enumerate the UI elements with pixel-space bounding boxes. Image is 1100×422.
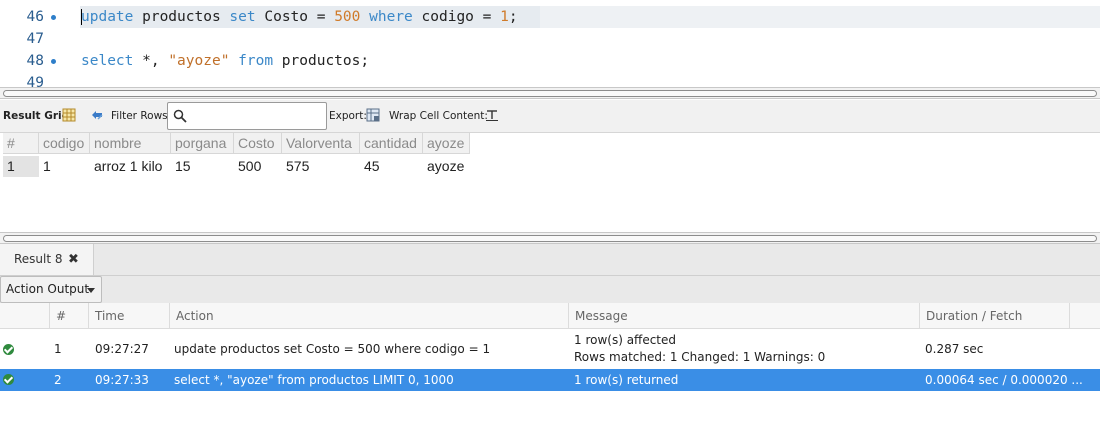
column-header[interactable]: cantidad [360, 133, 423, 154]
table-row-selected[interactable]: 2 09:27:33 select *, "ayoze" from produc… [0, 369, 1100, 391]
success-icon [3, 344, 14, 355]
grid-view-icon[interactable] [62, 108, 76, 122]
row-number: 2 [54, 373, 62, 387]
tab-label: Result 8 [14, 252, 63, 266]
text-caret [81, 9, 82, 25]
row-duration: 0.00064 sec / 0.000020 ... [925, 373, 1083, 387]
editor-horizontal-scrollbar[interactable] [0, 87, 1100, 99]
column-header[interactable]: Valorventa [282, 133, 360, 154]
table-cell[interactable]: arroz 1 kilo [90, 156, 171, 177]
column-header[interactable]: porgana [171, 133, 234, 154]
editor-line-46[interactable]: 46 update productos set Costo = 500 wher… [0, 6, 1100, 28]
filter-rows-label: Filter Rows: [111, 110, 172, 122]
column-header[interactable]: Message [569, 303, 920, 329]
output-type-dropdown[interactable]: Action Output [0, 276, 102, 303]
editor-line-49[interactable]: 49 [0, 72, 1100, 88]
wrap-cell-label: Wrap Cell Content: [389, 110, 488, 122]
column-header-filler [1070, 303, 1100, 329]
row-action: update productos set Costo = 500 where c… [174, 342, 491, 356]
column-header[interactable]: ayoze [423, 133, 470, 154]
table-cell[interactable]: 45 [360, 156, 423, 177]
row-message: 1 row(s) affected [574, 333, 677, 347]
row-number-cell[interactable]: 1 [3, 156, 39, 177]
export-label: Export: [329, 110, 367, 122]
refresh-filter-icon[interactable] [90, 108, 104, 122]
row-time: 09:27:27 [95, 342, 149, 356]
row-action: select *, "ayoze" from productos LIMIT 0… [174, 373, 454, 387]
column-header[interactable]: Time [89, 303, 170, 329]
scrollbar-thumb[interactable] [3, 90, 1097, 97]
filter-rows-input[interactable] [167, 102, 327, 130]
column-header[interactable]: Costo [234, 133, 282, 154]
editor-line-48[interactable]: 48 select *, "ayoze" from productos; [0, 50, 1100, 72]
code-text: select *, "ayoze" from productos; [81, 53, 370, 69]
row-message-detail: Rows matched: 1 Changed: 1 Warnings: 0 [574, 350, 826, 364]
column-header-status[interactable] [0, 303, 50, 329]
statement-marker-icon [51, 15, 56, 20]
chevron-down-icon [87, 288, 95, 293]
editor-line-47[interactable]: 47 [0, 28, 1100, 50]
table-cell[interactable]: ayoze [423, 156, 470, 177]
dropdown-label: Action Output [6, 282, 90, 296]
table-row[interactable]: 1 09:27:27 update productos set Costo = … [0, 330, 1100, 369]
action-output-table[interactable]: # Time Action Message Duration / Fetch 1… [0, 303, 1100, 422]
statement-marker-icon [51, 59, 56, 64]
table-cell[interactable]: 500 [234, 156, 282, 177]
row-time: 09:27:33 [95, 373, 149, 387]
column-header[interactable]: # [50, 303, 89, 329]
search-icon [173, 109, 187, 123]
column-header[interactable]: Action [170, 303, 569, 329]
column-header[interactable]: codigo [39, 133, 90, 154]
row-message: 1 row(s) returned [574, 373, 679, 387]
line-number: 49 [26, 75, 44, 88]
success-icon [3, 374, 14, 385]
wrap-text-icon[interactable] [485, 108, 499, 122]
table-cell[interactable]: 1 [39, 156, 90, 177]
table-cell[interactable]: 575 [282, 156, 360, 177]
column-header[interactable]: nombre [90, 133, 171, 154]
line-number: 48 [26, 53, 44, 69]
result-toolbar: Result Grid Filter Rows: Export: Wrap Ce… [0, 100, 1100, 133]
tab-result-8[interactable]: Result 8 ✖ [0, 244, 94, 275]
row-number: 1 [54, 342, 62, 356]
code-text: update productos set Costo = 500 where c… [81, 9, 518, 25]
export-icon[interactable] [366, 108, 380, 122]
row-duration: 0.287 sec [925, 342, 984, 356]
line-number: 46 [26, 9, 44, 25]
sql-editor[interactable]: 46 update productos set Costo = 500 wher… [0, 0, 1100, 88]
column-header[interactable]: Duration / Fetch [920, 303, 1070, 329]
result-grid[interactable]: # codigo nombre porgana Costo Valorventa… [0, 133, 1100, 233]
column-header[interactable]: # [3, 133, 39, 154]
result-tab-bar: Result 8 ✖ [0, 244, 1100, 276]
close-icon[interactable]: ✖ [68, 244, 79, 275]
result-grid-label: Result Grid [3, 110, 70, 122]
table-cell[interactable]: 15 [171, 156, 234, 177]
grid-horizontal-scrollbar[interactable] [0, 232, 1100, 244]
output-bar: Action Output [0, 276, 1100, 303]
scrollbar-thumb[interactable] [3, 235, 1097, 242]
line-number: 47 [26, 31, 44, 47]
